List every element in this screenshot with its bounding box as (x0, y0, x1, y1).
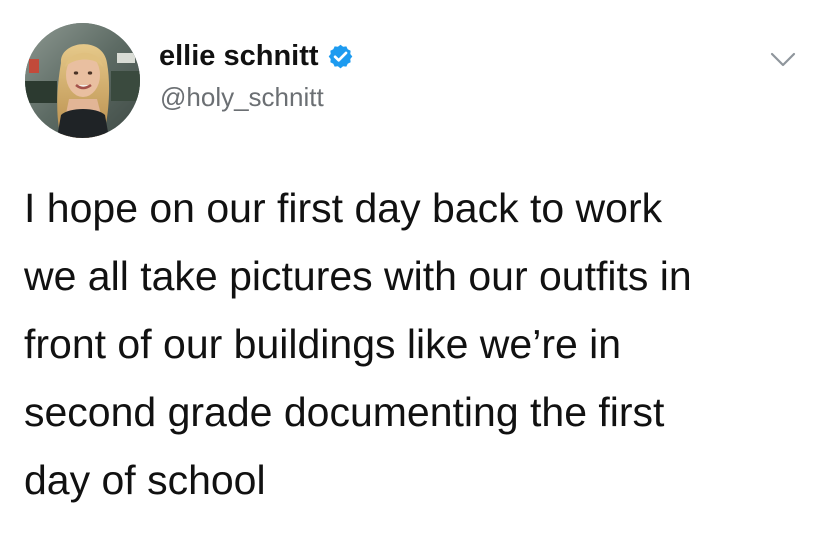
profile-photo-avatar (25, 23, 140, 138)
chevron-down-icon[interactable] (770, 50, 796, 70)
tweet-text-line: second grade documenting the first (24, 389, 665, 435)
tweet-text-line: day of school (24, 457, 266, 503)
author-display-name[interactable]: ellie schnitt (159, 40, 319, 73)
tweet-body: I hope on our first day back to work we … (24, 174, 804, 514)
tweet-card: ellie schnitt @holy_schnitt I hope on ou… (0, 0, 820, 536)
tweet-text-line: I hope on our first day back to work (24, 185, 663, 231)
author-handle[interactable]: @holy_schnitt (160, 82, 324, 113)
tweet-text-line: we all take pictures with our outfits in (24, 253, 692, 299)
tweet-text-line: front of our buildings like we’re in (24, 321, 622, 367)
author-name-row: ellie schnitt (159, 36, 354, 76)
author-avatar[interactable] (25, 23, 140, 138)
verified-check-icon (327, 43, 354, 70)
